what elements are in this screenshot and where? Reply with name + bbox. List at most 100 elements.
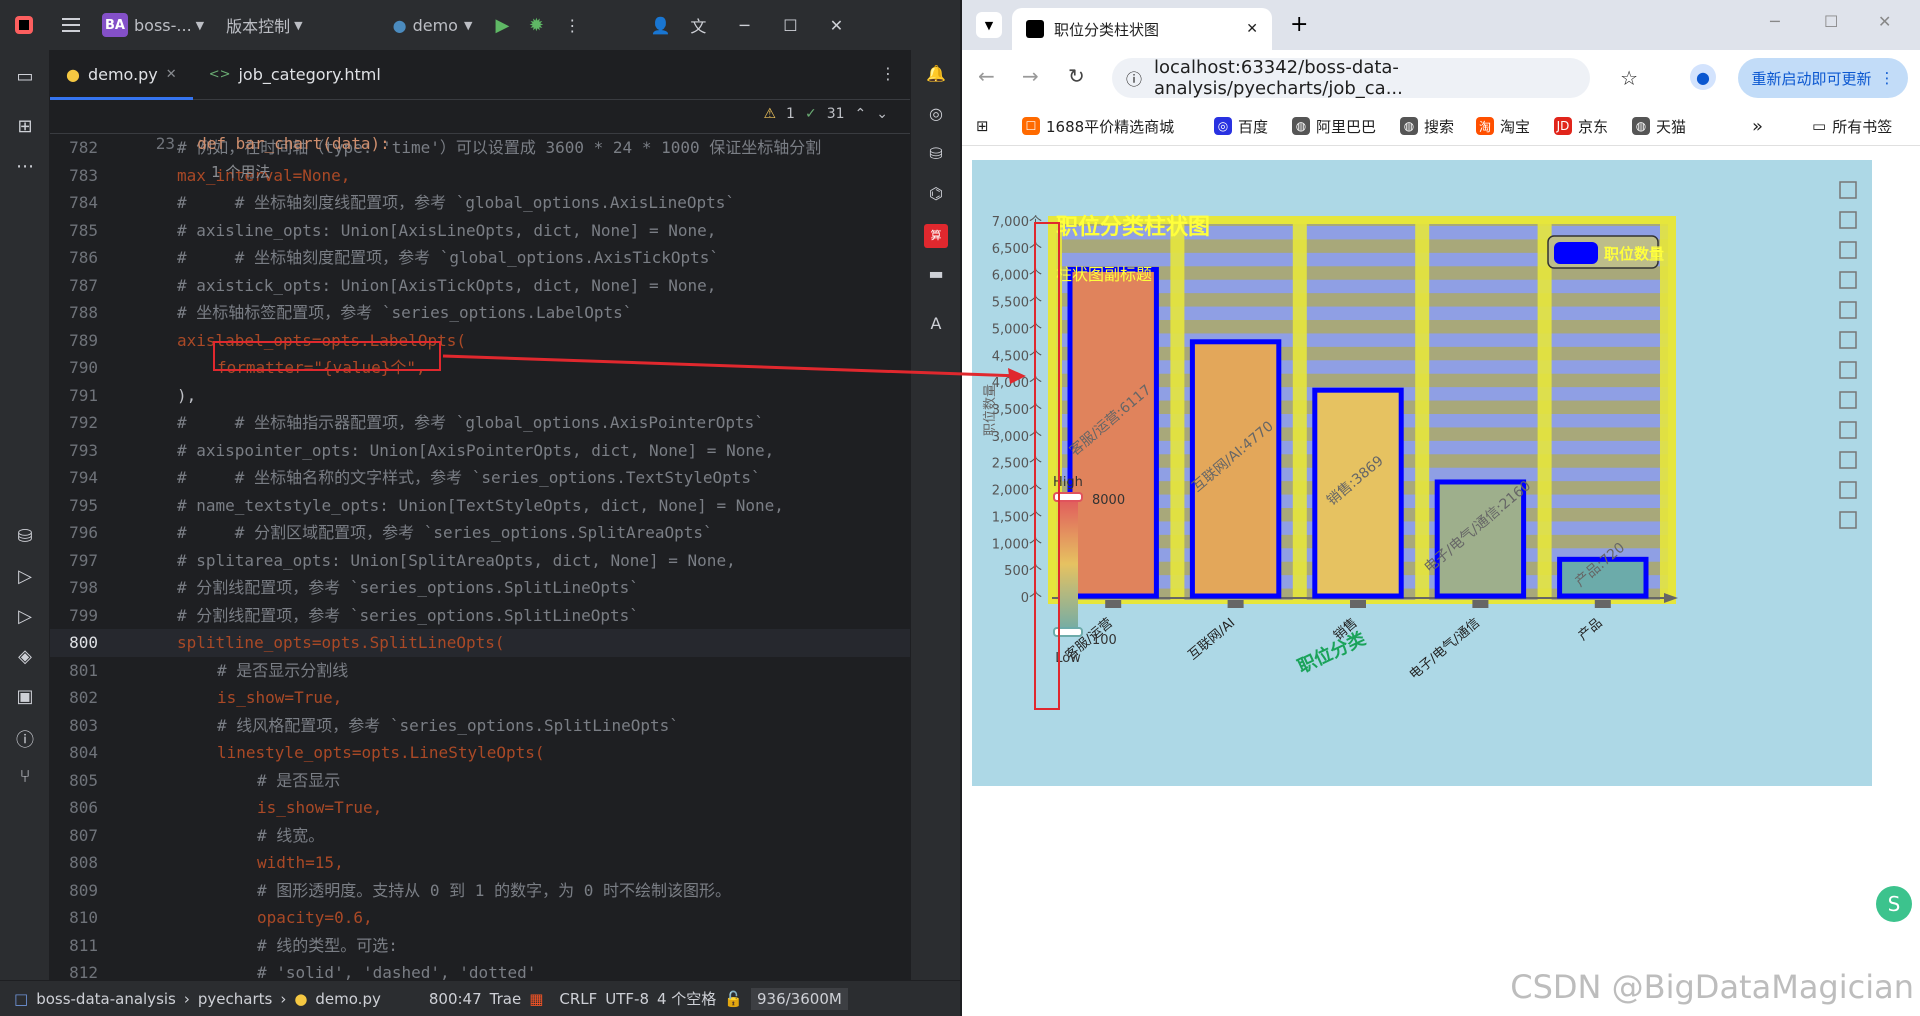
site-info-icon[interactable]: ⓘ — [1126, 66, 1142, 90]
update-button[interactable]: 重新启动即可更新 ⋮ — [1738, 58, 1908, 98]
stack-icon[interactable] — [1839, 391, 1857, 409]
bookmark-1688[interactable]: ☐ 1688平价精选商城 — [1022, 114, 1174, 138]
terminal-icon[interactable]: ▣ — [13, 686, 37, 710]
more-bookmarks-icon[interactable]: » — [1752, 114, 1763, 138]
line-number: 803 — [50, 712, 98, 740]
main-menu-icon[interactable] — [60, 13, 84, 37]
status-line-separator[interactable]: CRLF — [559, 990, 597, 1008]
line-number: 808 — [50, 849, 98, 877]
bookmark-baidu[interactable]: ◎ 百度 — [1214, 114, 1268, 138]
tab-search-icon[interactable]: ▼ — [976, 12, 1002, 38]
bookmark-jd[interactable]: JD 京东 — [1554, 114, 1608, 138]
folder-icon[interactable]: ▭ — [13, 66, 37, 90]
assistant-float-icon[interactable]: S — [1876, 886, 1912, 922]
more-vertical-icon[interactable]: ⋮ — [560, 13, 584, 37]
close-icon[interactable]: ✕ — [824, 13, 848, 37]
new-tab-icon[interactable]: + — [1290, 12, 1308, 37]
code-text: # splitarea_opts: Union[SplitAreaOpts, d… — [177, 550, 736, 570]
address-bar[interactable]: ⓘ localhost:63342/boss-data-analysis/pye… — [1112, 57, 1638, 99]
status-encoding[interactable]: UTF-8 — [605, 990, 649, 1008]
browser-tab-active[interactable]: 职位分类柱状图 ✕ — [1012, 8, 1272, 50]
bookmark-label: 京东 — [1578, 117, 1609, 136]
brush-polygon-icon[interactable] — [1839, 451, 1857, 469]
x-tick — [1350, 600, 1366, 608]
code-line: # 线的类型。可选: — [257, 932, 398, 960]
bookmark-search[interactable]: ◍ 搜索 — [1400, 114, 1454, 138]
layers-icon[interactable]: ◈ — [13, 646, 37, 670]
code-editor[interactable]: 782 # 例如，在时间轴（type: 'time'）可以设置成 3600 * 2… — [50, 100, 910, 980]
documentation-icon[interactable]: ▬ — [924, 264, 948, 288]
data-view-icon[interactable] — [1839, 241, 1857, 259]
ai-assistant-icon[interactable]: ◎ — [924, 104, 948, 128]
tab-demo-py[interactable]: ● demo.py ✕ — [50, 50, 193, 100]
bookmark-tmall[interactable]: ◍ 天猫 — [1632, 114, 1686, 138]
minimize-icon[interactable]: ─ — [1770, 12, 1780, 31]
vcs-menu[interactable]: 版本控制 ▼ — [226, 13, 302, 37]
line-number-text: 786 — [69, 248, 98, 267]
ide-window: BA boss-... ▼ 版本控制 ▼ ● demo ▼ ▶ ✹ ⋮ 👤 文 … — [0, 0, 960, 1016]
translate-icon[interactable]: 文 — [686, 13, 710, 37]
services-icon[interactable]: ▷ — [13, 566, 37, 590]
profile-avatar[interactable]: ● — [1690, 64, 1716, 90]
status-position[interactable]: 800:47 — [429, 990, 482, 1008]
brush-clear-icon[interactable] — [1839, 511, 1857, 529]
line-number: 784 — [50, 189, 98, 217]
problems-icon[interactable]: ⓘ — [13, 726, 37, 751]
minimize-icon[interactable]: ─ — [732, 13, 756, 37]
brush-rect-icon[interactable] — [1839, 421, 1857, 439]
database-icon[interactable]: ⛁ — [924, 144, 948, 168]
python-file-icon: ● — [66, 65, 80, 84]
more-horizontal-icon[interactable]: ⋯ — [13, 156, 37, 180]
line-number-text: 792 — [69, 413, 98, 432]
debug-icon[interactable]: ✹ — [524, 13, 548, 37]
bookmark-star-icon[interactable]: ☆ — [1620, 66, 1638, 90]
reload-icon[interactable]: ↻ — [1068, 64, 1085, 88]
back-icon[interactable]: ← — [978, 64, 995, 88]
brush-keep-icon[interactable] — [1839, 481, 1857, 499]
update-label: 重新启动即可更新 — [1751, 69, 1872, 88]
git-icon[interactable]: ⑂ — [13, 766, 37, 790]
line-number-text: 809 — [69, 880, 98, 900]
refresh-icon[interactable] — [1839, 211, 1857, 229]
add-user-icon[interactable]: 👤 — [648, 13, 672, 37]
all-bookmarks[interactable]: ▭ 所有书签 — [1812, 114, 1892, 138]
maximize-icon[interactable]: ☐ — [1824, 12, 1838, 31]
status-project[interactable]: boss-data-analysis — [36, 990, 176, 1008]
bar-switch-icon[interactable] — [1839, 361, 1857, 379]
zoom-icon[interactable] — [1839, 271, 1857, 289]
status-plugin[interactable]: Trae — [490, 990, 522, 1008]
project-selector[interactable]: BA boss-... ▼ — [102, 13, 204, 37]
code-line: # 坐标轴标签配置项，参考 `series_options.LabelOpts` — [177, 299, 632, 327]
download-icon[interactable] — [1839, 181, 1857, 199]
structure-icon[interactable]: ⊞ — [13, 116, 37, 140]
maximize-icon[interactable]: ☐ — [778, 13, 802, 37]
apps-icon[interactable]: ⊞ — [976, 114, 989, 138]
lock-icon[interactable]: 🔓 — [724, 990, 743, 1008]
forward-icon[interactable]: → — [1022, 64, 1039, 88]
close-icon[interactable]: ✕ — [1878, 12, 1891, 31]
bookmark-alibaba[interactable]: ◍ 阿里巴巴 — [1292, 114, 1376, 138]
notifications-icon[interactable]: 🔔 — [924, 64, 948, 88]
run-icon[interactable]: ▶ — [490, 13, 514, 37]
status-memory[interactable]: 936/3600M — [751, 987, 848, 1010]
python-console-icon[interactable]: ⌬ — [924, 184, 948, 208]
database-icon[interactable]: ⛁ — [13, 526, 37, 550]
plugin-icon[interactable]: 算 — [924, 224, 948, 248]
tab-job-category-html[interactable]: <> job_category.html — [193, 50, 397, 100]
close-tab-icon[interactable]: ✕ — [1246, 21, 1258, 37]
bookmark-taobao[interactable]: 淘淘宝 — [1476, 114, 1530, 138]
status-indent[interactable]: 4 个空格 — [657, 988, 716, 1009]
line-number: 800 — [50, 629, 98, 657]
font-icon[interactable]: A — [924, 314, 948, 338]
run-config-selector[interactable]: ● demo ▼ — [393, 16, 473, 35]
run-tool-icon[interactable]: ▷ — [13, 606, 37, 630]
line-switch-icon[interactable] — [1839, 331, 1857, 349]
status-file[interactable]: demo.py — [315, 990, 380, 1008]
status-folder[interactable]: pyecharts — [198, 990, 272, 1008]
close-tab-icon[interactable]: ✕ — [166, 67, 177, 82]
inspection-widget[interactable]: ⚠ 1 ✓ 31 ⌃ ⌄ — [763, 106, 888, 122]
visual-map-min: 100 — [1092, 633, 1117, 648]
code-line: splitline_opts=opts.SplitLineOpts( — [177, 629, 505, 657]
zoom-reset-icon[interactable] — [1839, 301, 1857, 319]
more-vertical-icon[interactable]: ⋮ — [880, 64, 896, 83]
